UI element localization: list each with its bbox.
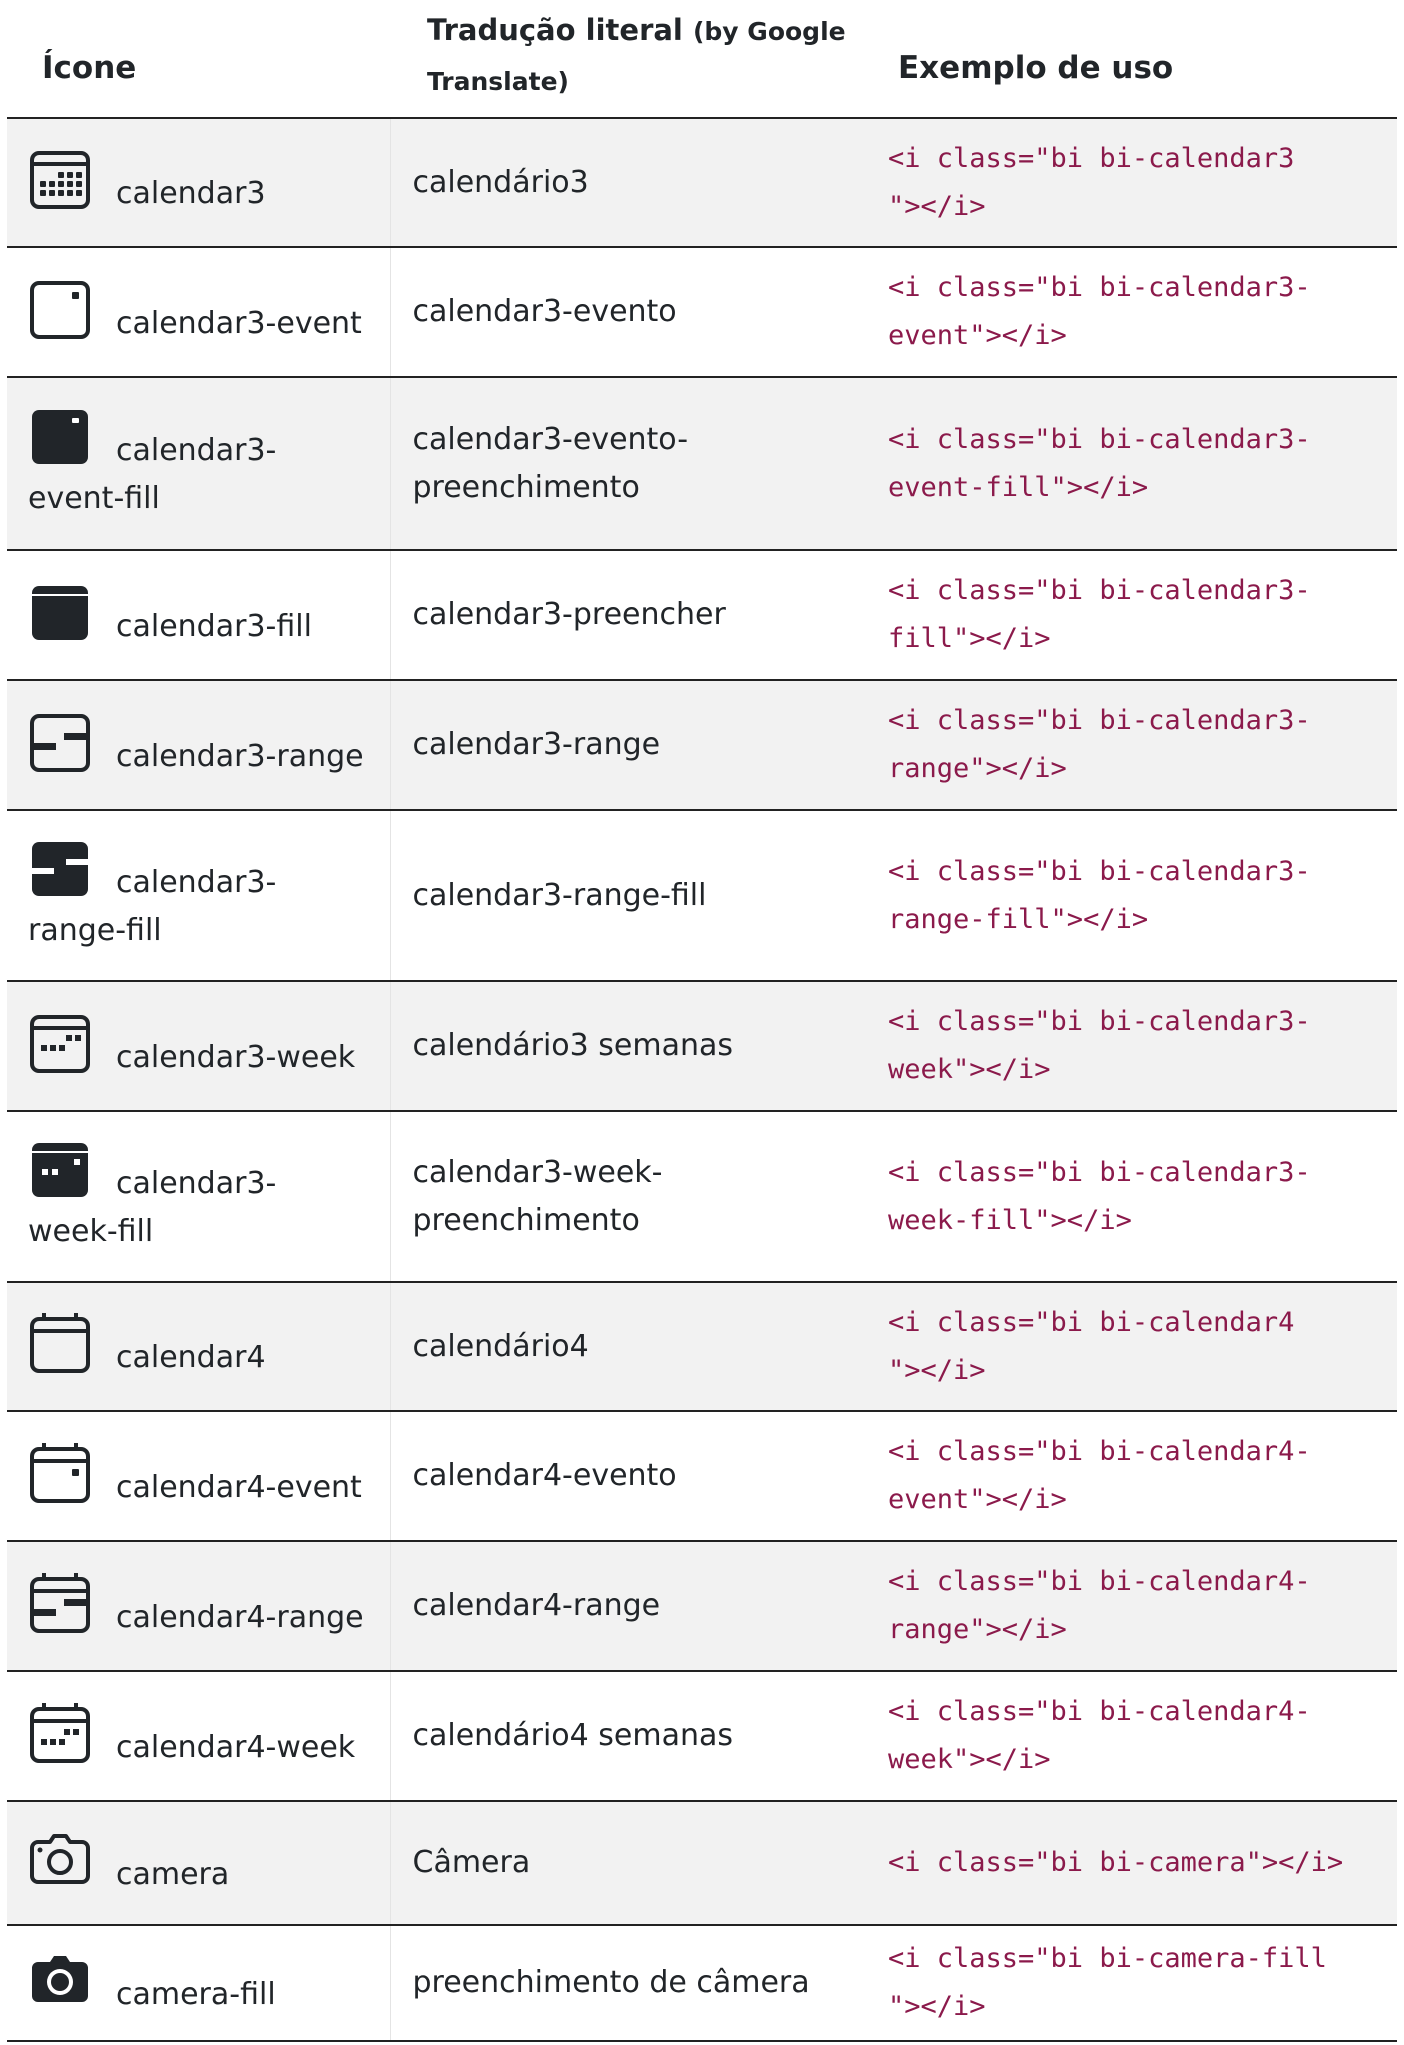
header-translation-main: Tradução literal (427, 13, 683, 47)
calendar3-range-fill-icon (28, 836, 92, 900)
translation-cell: Câmera (389, 1801, 868, 1925)
translation-cell: calendário4 (389, 1282, 868, 1411)
icon-cell: calendar4-week (7, 1671, 390, 1801)
icons-table: calendar3 calendário3 <i class="bi bi-cale… (7, 117, 1397, 2042)
translation-cell: calendário3 (389, 118, 868, 247)
camera-icon (28, 1828, 92, 1892)
icon-name: calendar3 (116, 176, 266, 211)
header-translation: Tradução literal (by Google Translate) (427, 6, 847, 106)
icon-cell: calendar4 (7, 1282, 390, 1411)
icon-cell: calendar3-week (7, 981, 390, 1111)
table-row: calendar3- week-fill calendar3-week-preenc… (7, 1111, 1397, 1282)
table-row: calendar3-event calendar3-evento <i class=… (7, 247, 1397, 377)
icon-cell: calendar4-event (7, 1411, 390, 1541)
icon-name: camera (116, 1856, 230, 1892)
table-row: calendar4 calendário4 <i class="bi bi-cale… (7, 1282, 1397, 1411)
icon-name: camera-fill (116, 1976, 276, 2012)
translation-cell: calendar3-evento-preenchimento (389, 377, 868, 550)
icon-reference-page: Ícone Tradução literal (by Google Transl… (0, 0, 1404, 2045)
table-row: calendar3- event-fill calendar3-evento-pre… (7, 377, 1397, 550)
icon-name: calendar4 (116, 1340, 266, 1375)
usage-code: <i class="bi bi-calendar3 "></i> (888, 142, 1295, 222)
usage-code: <i class="bi bi-calendar3- event-fill"></… (888, 423, 1311, 503)
table-row: calendar3- range-fill calendar3-range-fill… (7, 810, 1397, 981)
table-row: calendar3 calendário3 <i class="bi bi-cale… (7, 118, 1397, 247)
calendar3-icon (28, 147, 92, 211)
usage-code: <i class="bi bi-calendar4- week"></i> (888, 1696, 1311, 1775)
translation-cell: calendar3-preencher (389, 550, 868, 680)
icon-cell: calendar3-event (7, 247, 390, 377)
translation-cell: calendário3 semanas (389, 981, 868, 1111)
icon-cell: calendar3 (7, 118, 390, 247)
calendar3-event-fill-icon (28, 404, 92, 468)
icon-name: calendar3-week (116, 1039, 356, 1075)
calendar3-event-icon (28, 277, 92, 341)
translation-cell: calendar4-evento (389, 1411, 868, 1541)
calendar3-fill-icon (28, 580, 92, 644)
icon-name: calendar4-event (116, 1469, 362, 1505)
usage-code: <i class="bi bi-calendar3- event"></i> (888, 272, 1311, 351)
icon-cell: camera (7, 1801, 390, 1925)
usage-code: <i class="bi bi-calendar4 "></i> (888, 1306, 1295, 1386)
camera-fill-icon (28, 1948, 92, 2012)
calendar3-range-icon (28, 710, 92, 774)
translation-cell: preenchimento de câmera (389, 1925, 868, 2041)
translation-cell: calendar3-evento (389, 247, 868, 377)
translation-cell: calendar4-range (389, 1541, 868, 1671)
table-row: calendar4-range calendar4-range <i class="… (7, 1541, 1397, 1671)
usage-code: <i class="bi bi-calendar3- range"></i> (888, 705, 1311, 784)
icon-name: calendar3-fill (116, 608, 312, 644)
table-row: calendar3-fill calendar3-preencher <i clas… (7, 550, 1397, 680)
icon-cell: calendar3- week-fill (7, 1111, 390, 1282)
table-row: calendar4-week calendário4 semanas <i clas… (7, 1671, 1397, 1801)
usage-code: <i class="bi bi-calendar3- fill"></i> (888, 575, 1311, 654)
icon-cell: calendar3- range-fill (7, 810, 390, 981)
translation-cell: calendar3-week-preenchimento (389, 1111, 868, 1282)
translation-cell: calendar3-range-fill (389, 810, 868, 981)
calendar3-week-fill-icon (28, 1137, 92, 1201)
table-row: camera-fill preenchimento de câmera <i cla… (7, 1925, 1397, 2041)
usage-code: <i class="bi bi-calendar4- event"></i> (888, 1436, 1311, 1515)
calendar3-week-icon (28, 1011, 92, 1075)
calendar4-week-icon (28, 1701, 92, 1765)
icon-name: calendar4-week (116, 1729, 356, 1765)
calendar4-range-icon (28, 1571, 92, 1635)
calendar4-icon (28, 1311, 92, 1375)
usage-code: <i class="bi bi-camera"></i> (888, 1847, 1344, 1878)
translation-cell: calendar3-range (389, 680, 868, 810)
table-header: Ícone Tradução literal (by Google Transl… (0, 0, 1404, 117)
table-row: camera Câmera <i class="bi bi-camera"></i> (7, 1801, 1397, 1925)
table-row: calendar3-week calendário3 semanas <i clas… (7, 981, 1397, 1111)
icon-cell: calendar3- event-fill (7, 377, 390, 550)
usage-code: <i class="bi bi-calendar4- range"></i> (888, 1566, 1311, 1645)
icon-name: calendar3-event (116, 305, 362, 341)
icon-name: calendar4-range (116, 1599, 364, 1635)
usage-code: <i class="bi bi-camera-fill "></i> (888, 1943, 1327, 2022)
icon-cell: camera-fill (7, 1925, 390, 2041)
header-usage: Exemplo de uso (898, 50, 1174, 86)
usage-code: <i class="bi bi-calendar3- week"></i> (888, 1006, 1311, 1085)
icon-cell: calendar3-range (7, 680, 390, 810)
calendar4-event-icon (28, 1441, 92, 1505)
table-row: calendar3-range calendar3-range <i class="… (7, 680, 1397, 810)
icon-name: calendar3-range (116, 738, 364, 774)
table-row: calendar4-event calendar4-evento <i class=… (7, 1411, 1397, 1541)
translation-cell: calendário4 semanas (389, 1671, 868, 1801)
header-icon: Ícone (42, 50, 137, 86)
icon-cell: calendar3-fill (7, 550, 390, 680)
usage-code: <i class="bi bi-calendar3- range-fill"></… (888, 855, 1311, 935)
icon-cell: calendar4-range (7, 1541, 390, 1671)
usage-code: <i class="bi bi-calendar3- week-fill"></i… (888, 1156, 1311, 1236)
